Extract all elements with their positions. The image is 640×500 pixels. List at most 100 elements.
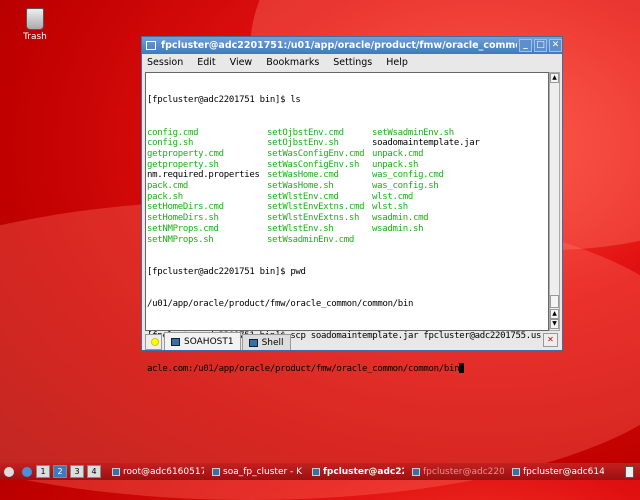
ls-row: setHomeDirs.sh setWlstEnvExtns.sh wsadmin.… [147, 213, 547, 224]
desktop-3-button[interactable]: 3 [70, 465, 84, 478]
ls-row: getproperty.cmd setWasConfigEnv.cmd unpack… [147, 149, 547, 160]
menu-view[interactable]: View [228, 57, 255, 68]
taskbar-task[interactable]: fpcluster@adc220 [412, 467, 504, 477]
taskbar: 1 2 3 4 root@adc6160517 soa_fp_cluster - … [0, 463, 640, 480]
window-icon [212, 467, 220, 476]
scroll-thumb[interactable] [550, 295, 559, 308]
trash-desktop-icon[interactable]: Trash [18, 8, 52, 42]
file-name: getproperty.cmd [147, 148, 224, 159]
scroll-down-button[interactable]: ▼ [550, 319, 559, 329]
tab-label: SOAHOST1 [184, 336, 234, 347]
file-name: setWasHome.sh [267, 181, 334, 192]
menu-bar: Session Edit View Bookmarks Settings Hel… [142, 54, 562, 71]
menu-session[interactable]: Session [145, 57, 185, 68]
task-label: fpcluster@adc614 [523, 466, 604, 477]
file-name: config.cmd [147, 127, 199, 138]
file-name: setWasHome.cmd [267, 170, 339, 181]
file-name: unpack.cmd [372, 148, 424, 159]
file-name: setWlstEnvExtns.cmd [267, 202, 365, 213]
file-name: setNMProps.sh [147, 234, 214, 245]
window-icon [312, 467, 320, 476]
ls-row: config.sh setOjbstEnv.sh soadomaintemplate… [147, 138, 547, 149]
terminal-window: fpcluster@adc2201751:/u01/app/oracle/pro… [141, 36, 563, 374]
terminal-line: [fpcluster@adc2201751 bin]$ pwd [147, 266, 306, 277]
desktop-4-button[interactable]: 4 [87, 465, 101, 478]
scroll-up-button[interactable]: ▲ [550, 309, 559, 319]
new-tab-button[interactable] [145, 334, 162, 350]
terminal-icon [146, 41, 156, 50]
terminal-line: /u01/app/oracle/product/fmw/oracle_commo… [147, 298, 414, 309]
file-name: config.sh [147, 138, 194, 149]
file-name: pack.sh [147, 191, 183, 202]
menu-help[interactable]: Help [384, 57, 410, 68]
file-name: nm.required.properties [147, 170, 260, 181]
file-name: soadomaintemplate.jar [372, 138, 480, 149]
terminal-icon [171, 337, 180, 346]
task-label: fpcluster@adc220 [423, 466, 504, 477]
ls-row: setNMProps.cmd setWlstEnv.sh wsadmin.sh [147, 224, 547, 235]
task-label: fpcluster@adc22 [323, 466, 404, 477]
session-tabs: SOAHOST1 Shell ✕ [142, 331, 562, 350]
vertical-scrollbar[interactable]: ▲ ▲ ▼ [549, 72, 560, 331]
tab-soahost1[interactable]: SOAHOST1 [164, 332, 241, 350]
clipboard-icon[interactable] [625, 465, 634, 478]
ls-row: setHomeDirs.cmd setWlstEnvExtns.cmd wlst.s… [147, 202, 547, 213]
kde-menu-icon[interactable] [4, 466, 14, 477]
tab-shell[interactable]: Shell [241, 334, 291, 350]
file-name: setWasConfigEnv.sh [267, 159, 360, 170]
close-button[interactable]: ✕ [549, 39, 562, 52]
ls-row: pack.cmd setWasHome.sh was_config.sh [147, 181, 547, 192]
window-title: fpcluster@adc2201751:/u01/app/oracle/pro… [161, 40, 517, 51]
tab-label: Shell [261, 337, 284, 348]
trash-icon [26, 8, 44, 30]
file-name: setOjbstEnv.sh [267, 138, 339, 149]
terminal-icon [248, 338, 258, 347]
desktop-2-button[interactable]: 2 [53, 465, 67, 478]
title-bar[interactable]: fpcluster@adc2201751:/u01/app/oracle/pro… [142, 37, 562, 54]
taskbar-task[interactable]: fpcluster@adc22 [312, 467, 404, 477]
file-name: setWasConfigEnv.cmd [267, 148, 365, 159]
menu-bookmarks[interactable]: Bookmarks [264, 57, 321, 68]
ls-row: setNMProps.sh setWsadminEnv.cmd [147, 235, 547, 246]
ls-row: getproperty.sh setWasConfigEnv.sh unpack.s… [147, 160, 547, 171]
desktop-1-button[interactable]: 1 [36, 465, 50, 478]
file-name: setWsadminEnv.sh [372, 127, 454, 138]
file-name: setNMProps.cmd [147, 223, 219, 234]
file-name: setHomeDirs.sh [147, 213, 219, 224]
terminal-output[interactable]: [fpcluster@adc2201751 bin]$ ls config.cm… [145, 72, 557, 374]
file-name: unpack.sh [372, 159, 419, 170]
taskbar-task[interactable]: root@adc6160517 [112, 467, 204, 477]
maximize-button[interactable]: □ [534, 39, 547, 52]
menu-settings[interactable]: Settings [331, 57, 374, 68]
file-name: wsadmin.cmd [372, 213, 429, 224]
file-name: wlst.sh [372, 202, 408, 213]
file-name: setWlstEnv.cmd [267, 191, 339, 202]
browser-icon[interactable] [22, 466, 32, 477]
window-icon [112, 467, 120, 476]
terminal-line: [fpcluster@adc2201751 bin]$ ls [147, 95, 301, 106]
trash-label: Trash [23, 32, 47, 42]
ls-row: pack.sh setWlstEnv.cmd wlst.cmd [147, 192, 547, 203]
file-name: wsadmin.sh [372, 223, 424, 234]
file-name: was_config.sh [372, 181, 439, 192]
file-name: setWlstEnvExtns.sh [267, 213, 360, 224]
file-name: setWsadminEnv.cmd [267, 234, 355, 245]
taskbar-task[interactable]: fpcluster@adc614 [512, 467, 604, 477]
taskbar-task[interactable]: soa_fp_cluster - K [212, 467, 304, 477]
file-name: getproperty.sh [147, 159, 219, 170]
window-icon [412, 467, 420, 476]
scroll-top-arrow[interactable]: ▲ [550, 73, 559, 83]
task-label: root@adc6160517 [123, 466, 204, 477]
window-icon [512, 467, 520, 476]
ls-row: config.cmd setOjbstEnv.cmd setWsadminEnv.s… [147, 128, 547, 139]
menu-edit[interactable]: Edit [195, 57, 217, 68]
minimize-button[interactable]: _ [519, 39, 532, 52]
file-name: setOjbstEnv.cmd [267, 127, 344, 138]
file-name: pack.cmd [147, 181, 188, 192]
task-label: soa_fp_cluster - K [223, 466, 303, 477]
close-tab-button[interactable]: ✕ [543, 333, 558, 347]
file-name: wlst.cmd [372, 191, 413, 202]
terminal-line: acle.com:/u01/app/oracle/product/fmw/ora… [147, 363, 460, 374]
text-cursor [459, 362, 465, 373]
file-name: setHomeDirs.cmd [147, 202, 224, 213]
